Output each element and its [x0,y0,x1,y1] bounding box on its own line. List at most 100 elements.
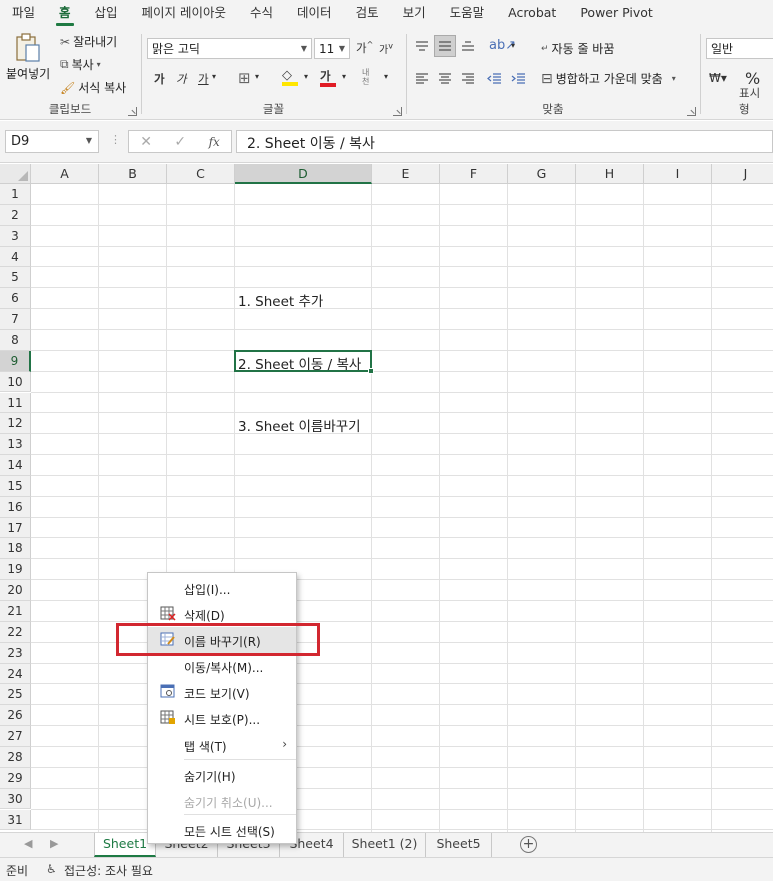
phonetic-guide-icon[interactable]: 내천 [362,68,376,86]
row-header-4[interactable]: 4 [0,246,31,268]
tab-power-pivot[interactable]: Power Pivot [568,0,664,28]
cancel-icon[interactable]: ✕ [140,134,152,150]
chevron-down-icon[interactable]: ▾ [342,72,346,81]
row-header-22[interactable]: 22 [0,621,31,643]
row-header-25[interactable]: 25 [0,684,31,706]
paste-button[interactable]: 붙여넣기 [6,32,50,82]
shrink-font-button[interactable]: 가v [379,41,393,56]
sheet-tab-sheet5[interactable]: Sheet5 [426,833,492,857]
tab-insert[interactable]: 삽입 [83,0,130,28]
fill-color-button[interactable]: ◇ [282,68,298,86]
add-sheet-icon[interactable]: + [520,836,537,853]
align-left-icon[interactable] [415,73,429,85]
font-color-button[interactable]: 가 [320,68,336,87]
column-header-e[interactable]: E [372,164,440,184]
row-header-15[interactable]: 15 [0,475,31,497]
column-header-a[interactable]: A [31,164,99,184]
row-header-12[interactable]: 12 [0,413,31,435]
font-name-select[interactable]: 맑은 고딕 ▼ [147,38,312,59]
column-header-f[interactable]: F [440,164,508,184]
wrap-text-button[interactable]: ↵ 자동 줄 바꿈 [541,40,614,57]
tab-page-layout[interactable]: 페이지 레이아웃 [130,0,238,28]
underline-button[interactable]: 가 [198,71,209,87]
column-header-j[interactable]: J [712,164,773,184]
format-painter-button[interactable]: 🖌 서식 복사 [60,79,126,96]
copy-button[interactable]: ⧉ 복사 ▾ [60,56,101,73]
column-header-b[interactable]: B [99,164,167,184]
row-header-16[interactable]: 16 [0,496,31,518]
chevron-down-icon[interactable]: ▾ [384,72,388,81]
row-header-29[interactable]: 29 [0,767,31,789]
row-header-2[interactable]: 2 [0,204,31,226]
column-header-i[interactable]: I [644,164,712,184]
tab-home[interactable]: 홈 [47,0,83,28]
row-header-23[interactable]: 23 [0,642,31,664]
italic-button[interactable]: 가 [176,71,187,87]
cut-button[interactable]: ✂ 잘라내기 [60,33,117,50]
more-options-icon[interactable]: ⋮ [110,133,121,146]
align-top-icon[interactable] [415,40,429,52]
cell-d12[interactable]: 3. Sheet 이름바꾸기 [238,415,361,435]
row-header-3[interactable]: 3 [0,225,31,247]
border-icon[interactable]: ⊞ [238,69,251,87]
row-header-14[interactable]: 14 [0,455,31,476]
row-header-7[interactable]: 7 [0,309,31,330]
row-header-6[interactable]: 6 [0,288,31,310]
chevron-down-icon[interactable]: ▾ [511,41,515,50]
merge-center-button[interactable]: ⊟ 병합하고 가운데 맞춤 ▾ [541,70,676,87]
row-header-18[interactable]: 18 [0,538,31,560]
menu-item-hide[interactable]: 숨기기(H) [148,762,296,788]
align-middle-button[interactable] [434,35,456,57]
tab-file[interactable]: 파일 [0,0,47,28]
select-all-button[interactable] [0,164,31,184]
row-header-24[interactable]: 24 [0,663,31,685]
column-header-d[interactable]: D [235,164,372,184]
row-header-13[interactable]: 13 [0,434,31,456]
row-header-20[interactable]: 20 [0,580,31,601]
insert-function-icon[interactable]: fx [209,135,220,149]
row-header-30[interactable]: 30 [0,788,31,810]
enter-icon[interactable]: ✓ [174,134,186,150]
clipboard-launcher-icon[interactable] [128,107,137,116]
tab-data[interactable]: 데이터 [285,0,344,28]
worksheet-grid[interactable]: A B C D E F G H I J 1 2 3 4 5 6 7 8 9 10 11 12 13 14 15 16 17 18 19 2… [0,164,773,832]
menu-item-tab-color[interactable]: 탭 색(T) › [148,732,296,758]
tab-formulas[interactable]: 수식 [238,0,285,28]
accounting-format-icon[interactable]: ₩▾ [709,71,727,85]
font-size-select[interactable]: 11 ▼ [314,38,350,59]
formula-input[interactable]: 2. Sheet 이동 / 복사 [236,130,773,153]
increase-indent-icon[interactable] [511,73,525,85]
menu-item-move-copy[interactable]: 이동/복사(M)... [148,653,296,679]
scroll-right-icon[interactable]: ▶ [50,837,58,850]
row-header-17[interactable]: 17 [0,517,31,539]
row-header-26[interactable]: 26 [0,705,31,727]
align-center-icon[interactable] [438,73,452,85]
bold-button[interactable]: 가 [154,71,165,87]
column-header-h[interactable]: H [576,164,644,184]
alignment-launcher-icon[interactable] [687,107,696,116]
row-header-28[interactable]: 28 [0,746,31,768]
tab-review[interactable]: 검토 [344,0,391,28]
column-header-g[interactable]: G [508,164,576,184]
column-header-c[interactable]: C [167,164,235,184]
row-header-10[interactable]: 10 [0,371,31,393]
row-header-31[interactable]: 31 [0,809,31,831]
row-header-21[interactable]: 21 [0,601,31,622]
cell-d6[interactable]: 1. Sheet 추가 [238,290,323,310]
row-header-27[interactable]: 27 [0,726,31,747]
tab-help[interactable]: 도움말 [438,0,497,28]
row-header-5[interactable]: 5 [0,267,31,289]
row-header-8[interactable]: 8 [0,329,31,351]
fill-handle[interactable] [368,367,374,374]
align-bottom-icon[interactable] [461,40,475,52]
tab-view[interactable]: 보기 [391,0,438,28]
align-right-icon[interactable] [461,73,475,85]
chevron-down-icon[interactable]: ▾ [304,72,308,81]
font-launcher-icon[interactable] [393,107,402,116]
number-format-select[interactable]: 일반 [706,38,773,59]
accessibility-status[interactable]: 접근성: 조사 필요 [64,862,153,879]
scroll-left-icon[interactable]: ◀ [24,837,32,850]
menu-item-protect-sheet[interactable]: 시트 보호(P)... [148,705,296,731]
decrease-indent-icon[interactable] [487,73,501,85]
menu-item-insert[interactable]: 삽입(I)... [148,575,296,601]
